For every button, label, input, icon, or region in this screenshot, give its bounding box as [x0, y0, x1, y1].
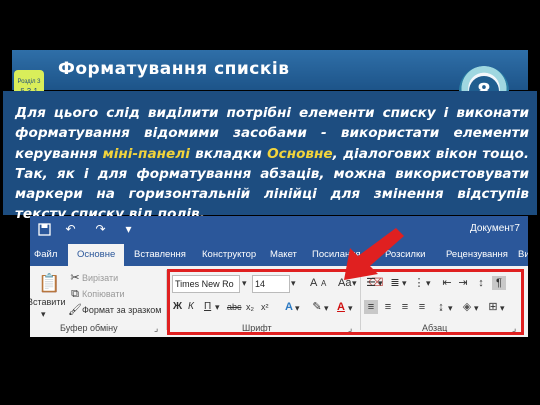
- slide-title: Форматування списків: [58, 59, 290, 79]
- paste-button[interactable]: Вставити: [30, 297, 66, 307]
- format-painter-button[interactable]: Формат за зразком: [82, 305, 162, 315]
- tab-review[interactable]: Рецензування: [446, 244, 508, 266]
- redo-icon[interactable]: ↷: [94, 223, 107, 236]
- highlight-mini-panel: міні-панелі: [102, 145, 190, 162]
- tab-design[interactable]: Конструктор: [202, 244, 256, 266]
- tab-insert[interactable]: Вставлення: [134, 244, 186, 266]
- clipboard-launcher-icon[interactable]: ⌟: [154, 323, 158, 334]
- section-badge-line1: Розділ 3: [17, 79, 41, 85]
- highlight-home-tab: Основне: [267, 145, 333, 162]
- save-icon[interactable]: [38, 223, 51, 236]
- body-text-part2: вкладки: [189, 145, 268, 162]
- clipboard-group-label: Буфер обміну: [60, 323, 118, 333]
- ribbon-tabs: Файл Основне Вставлення Конструктор Маке…: [30, 244, 528, 266]
- tab-home[interactable]: Основне: [68, 244, 125, 266]
- tab-file[interactable]: Файл: [34, 244, 57, 266]
- cut-button[interactable]: Вирізати: [82, 273, 118, 283]
- tab-view[interactable]: Вигл: [518, 244, 528, 266]
- paste-dropdown-icon[interactable]: ▾: [41, 309, 46, 320]
- quick-access-toolbar: ↶ ↷ ▾ Документ7: [30, 216, 528, 244]
- document-title: Документ7: [470, 223, 520, 234]
- paste-icon[interactable]: 📋: [38, 272, 60, 294]
- word-ribbon: ↶ ↷ ▾ Документ7 Файл Основне Вставлення …: [30, 216, 528, 337]
- copy-icon[interactable]: ⧉: [68, 287, 82, 301]
- cut-icon[interactable]: ✂: [68, 271, 82, 285]
- undo-icon[interactable]: ↶: [64, 223, 77, 236]
- tab-layout[interactable]: Макет: [270, 244, 297, 266]
- qat-dropdown-icon[interactable]: ▾: [122, 223, 135, 236]
- copy-button[interactable]: Копіювати: [82, 289, 125, 299]
- arrow-icon: [344, 228, 404, 280]
- format-painter-icon[interactable]: 🖌: [68, 303, 82, 317]
- body-text: Для цього слід виділити потрібні елемент…: [3, 91, 537, 222]
